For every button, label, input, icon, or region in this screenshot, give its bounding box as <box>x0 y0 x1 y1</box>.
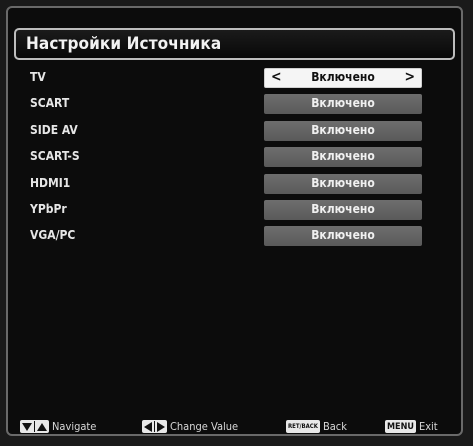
page-title: Настройки Источника <box>26 34 222 54</box>
source-value: Включено <box>311 176 375 190</box>
source-value: Включено <box>311 228 375 242</box>
change-value-label: Change Value <box>170 420 239 433</box>
source-value-selector[interactable]: Включено <box>264 147 422 167</box>
arrow-right-icon[interactable]: > <box>404 69 415 85</box>
footer-back: RET/BACK Back <box>286 420 347 433</box>
source-row-scart-s[interactable]: SCART-S Включено <box>30 147 425 167</box>
source-value-selector[interactable]: Включено <box>264 226 422 246</box>
source-value: Включено <box>311 123 375 137</box>
source-value: Включено <box>311 149 375 163</box>
source-row-tv[interactable]: TV < Включено > <box>30 68 425 88</box>
arrow-left-icon <box>144 421 152 432</box>
source-row-side-av[interactable]: SIDE AV Включено <box>30 121 425 141</box>
source-row-scart[interactable]: SCART Включено <box>30 94 425 114</box>
footer-exit: MENU Exit <box>385 420 438 433</box>
footer-navigate: Navigate <box>20 420 96 433</box>
source-label: SCART <box>30 96 70 110</box>
source-label: HDMI1 <box>30 176 71 190</box>
left-right-key-icon <box>142 420 167 433</box>
arrow-down-icon <box>22 422 32 431</box>
source-value-selector[interactable]: < Включено > <box>264 68 422 88</box>
source-label: SCART-S <box>30 149 80 163</box>
back-label: Back <box>322 420 347 433</box>
source-label: SIDE AV <box>30 123 78 137</box>
source-value: Включено <box>311 70 375 84</box>
menu-key-icon: MENU <box>385 420 416 433</box>
source-label: TV <box>30 70 46 84</box>
menu-title-bar: Настройки Источника <box>14 28 455 60</box>
source-row-hdmi1[interactable]: HDMI1 Включено <box>30 174 425 194</box>
source-value-selector[interactable]: Включено <box>264 94 422 114</box>
exit-label: Exit <box>418 420 438 433</box>
source-label: YPbPr <box>30 202 67 216</box>
source-row-vga-pc[interactable]: VGA/PC Включено <box>30 226 425 246</box>
source-label: VGA/PC <box>30 228 76 242</box>
source-value: Включено <box>311 202 375 216</box>
footer-help-bar: Navigate Change Value RET/BACK Back MENU… <box>20 420 460 438</box>
source-value-selector[interactable]: Включено <box>264 174 422 194</box>
source-value-selector[interactable]: Включено <box>264 121 422 141</box>
footer-change-value: Change Value <box>142 420 238 433</box>
arrow-up-icon <box>37 422 47 431</box>
arrow-right-icon <box>157 421 165 432</box>
source-value: Включено <box>311 96 375 110</box>
source-value-selector[interactable]: Включено <box>264 200 422 220</box>
navigate-label: Navigate <box>52 420 97 433</box>
back-key-icon: RET/BACK <box>286 420 320 433</box>
source-row-ypbpr[interactable]: YPbPr Включено <box>30 200 425 220</box>
navigate-key-icon <box>20 420 49 433</box>
